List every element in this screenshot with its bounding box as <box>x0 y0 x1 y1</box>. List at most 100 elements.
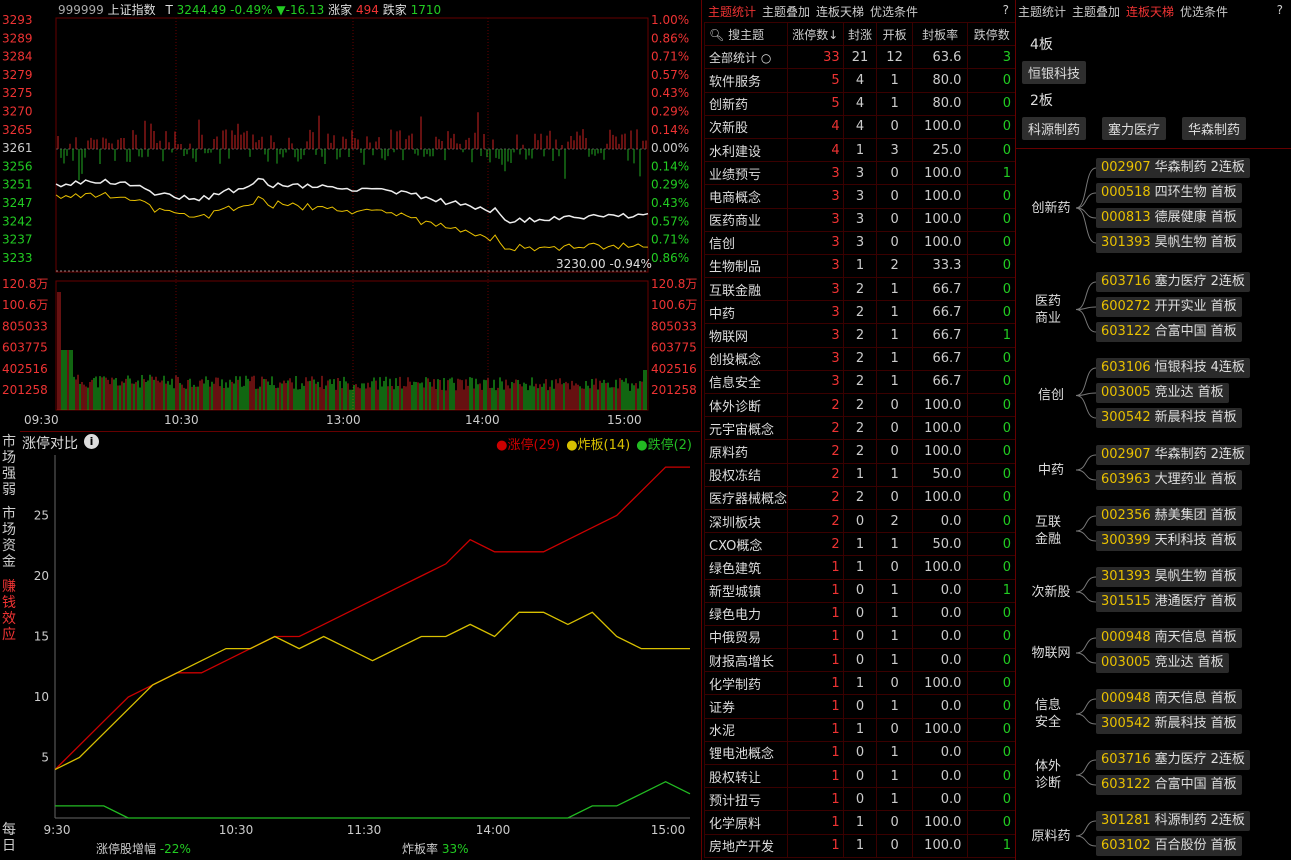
theme-name: 新型城镇 <box>703 578 789 603</box>
table-row[interactable]: 中俄贸易 1 0 1 0.0 0 <box>703 624 1016 650</box>
help-icon[interactable]: ? <box>1003 3 1009 17</box>
theme-label[interactable]: 体外 诊断 <box>1028 758 1068 792</box>
table-row[interactable]: 信息安全 3 2 1 66.7 0 <box>703 369 1016 395</box>
table-row[interactable]: 医药商业 3 3 0 100.0 0 <box>703 207 1016 232</box>
table-row[interactable]: 新型城镇 1 0 1 0.0 1 <box>703 578 1016 603</box>
theme-label[interactable]: 原料药 <box>1028 828 1074 845</box>
table-row[interactable]: 元宇宙概念 2 2 0 100.0 0 <box>703 416 1016 441</box>
table-row[interactable]: 软件服务 5 4 1 80.0 0 <box>703 68 1016 93</box>
table-row[interactable]: 水利建设 4 1 3 25.0 0 <box>703 137 1016 163</box>
table-row[interactable]: 化学原料 1 1 0 100.0 0 <box>703 810 1016 835</box>
side-tab[interactable]: 市场资金 <box>0 506 18 570</box>
dt-count: 0 <box>967 137 1016 163</box>
stock-tag[interactable]: 002907 华森制药 2连板 <box>1096 158 1250 178</box>
table-row[interactable]: 绿色电力 1 0 1 0.0 0 <box>703 601 1016 626</box>
table-row[interactable]: 中药 3 2 1 66.7 0 <box>703 300 1016 325</box>
table-row[interactable]: 生物制品 3 1 2 33.3 0 <box>703 253 1016 279</box>
stock-tag[interactable]: 600272 开开实业 首板 <box>1096 297 1242 317</box>
side-tab[interactable]: 市场强弱 <box>0 434 18 498</box>
theme-label[interactable]: 医药 商业 <box>1028 293 1068 327</box>
connector <box>1075 454 1097 471</box>
table-row[interactable]: 医疗器械概念 2 2 0 100.0 0 <box>703 485 1016 510</box>
table-row[interactable]: 股权冻结 2 1 1 50.0 0 <box>703 462 1016 487</box>
price-tick-right: 1.00% <box>651 13 689 27</box>
theme-label[interactable]: 中药 <box>1028 462 1074 479</box>
footer-right-label: 炸板率 <box>402 842 439 856</box>
theme-label[interactable]: 信创 <box>1028 387 1074 404</box>
table-row[interactable]: 物联网 3 2 1 66.7 1 <box>703 323 1016 348</box>
stock-tag[interactable]: 003005 竞业达 首板 <box>1096 383 1229 403</box>
theme-label[interactable]: 信息 安全 <box>1028 697 1068 731</box>
theme-label[interactable]: 互联 金融 <box>1028 514 1068 548</box>
stock-tag[interactable]: 603963 大理药业 首板 <box>1096 470 1242 490</box>
theme-label[interactable]: 物联网 <box>1028 645 1074 662</box>
table-row[interactable]: 股权转让 1 0 1 0.0 0 <box>703 763 1016 789</box>
stock-tag[interactable]: 603102 百合股份 首板 <box>1096 836 1242 856</box>
table-row[interactable]: 深圳板块 2 0 2 0.0 0 <box>703 508 1016 534</box>
table-row[interactable]: 房地产开发 1 1 0 100.0 1 <box>703 833 1016 858</box>
stock-tag[interactable]: 002907 华森制药 2连板 <box>1096 445 1250 465</box>
stock-tag[interactable]: 603106 恒银科技 4连板 <box>1096 358 1250 378</box>
stock-tag[interactable]: 301393 昊帆生物 首板 <box>1096 567 1242 587</box>
table-row[interactable]: 业绩预亏 3 3 0 100.0 1 <box>703 161 1016 186</box>
table-row[interactable]: 创投概念 3 2 1 66.7 0 <box>703 346 1016 371</box>
search-theme-button[interactable]: 🔍︎ 搜主题 <box>703 21 789 47</box>
tab[interactable]: 主题统计 <box>708 5 756 19</box>
stock-tag[interactable]: 003005 竞业达 首板 <box>1096 653 1229 673</box>
col-dt[interactable]: 跌停数 <box>967 21 1016 47</box>
table-row[interactable]: 锂电池概念 1 0 1 0.0 0 <box>703 740 1016 766</box>
stock-tag[interactable]: 002356 赫美集团 首板 <box>1096 506 1242 526</box>
table-row[interactable]: 创新药 5 4 1 80.0 0 <box>703 91 1016 116</box>
stock-tag[interactable]: 603122 合富中国 首板 <box>1096 322 1242 342</box>
table-row[interactable]: 财报高增长 1 0 1 0.0 0 <box>703 648 1016 673</box>
zt-count: 2 <box>787 462 844 487</box>
legend-item[interactable]: ●涨停(29) <box>496 438 560 453</box>
stock-tag[interactable]: 000948 南天信息 首板 <box>1096 689 1242 709</box>
col-zt[interactable]: 涨停数↓ <box>787 21 844 47</box>
stock-tag[interactable]: 603716 塞力医疗 2连板 <box>1096 750 1250 770</box>
side-tab-char: 强 <box>2 466 16 482</box>
table-row[interactable]: 互联金融 3 2 1 66.7 0 <box>703 277 1016 302</box>
table-row[interactable]: 体外诊断 2 2 0 100.0 0 <box>703 392 1016 418</box>
stock-tag[interactable]: 603716 塞力医疗 2连板 <box>1096 272 1250 292</box>
stock-code: 301393 <box>1101 569 1151 584</box>
table-row[interactable]: CXO概念 2 1 1 50.0 0 <box>703 532 1016 557</box>
kb-count: 0 <box>876 555 913 580</box>
stock-tag[interactable]: 000518 四环生物 首板 <box>1096 183 1242 203</box>
index-avg-line <box>55 191 649 252</box>
tab[interactable]: 主题叠加 <box>762 5 810 19</box>
table-row[interactable]: 水泥 1 1 0 100.0 0 <box>703 717 1016 742</box>
stock-tag[interactable]: 000813 德展健康 首板 <box>1096 208 1242 228</box>
col-fbl[interactable]: 封板率 <box>911 21 969 47</box>
table-row[interactable]: 信创 3 3 0 100.0 0 <box>703 230 1016 255</box>
stock-tag[interactable]: 301281 科源制药 2连板 <box>1096 811 1250 831</box>
tab[interactable]: 优选条件 <box>870 5 918 19</box>
legend-item[interactable]: ●跌停(2) <box>636 438 692 453</box>
stock-name: 竞业达 <box>1154 385 1194 400</box>
stock-tag[interactable]: 301393 昊帆生物 首板 <box>1096 233 1242 253</box>
stock-tag[interactable]: 000948 南天信息 首板 <box>1096 628 1242 648</box>
stock-tag[interactable]: 300542 新晨科技 首板 <box>1096 408 1242 428</box>
table-row[interactable]: 原料药 2 2 0 100.0 0 <box>703 439 1016 464</box>
stock-tag[interactable]: 603122 合富中国 首板 <box>1096 775 1242 795</box>
table-row[interactable]: 电商概念 3 3 0 100.0 0 <box>703 184 1016 209</box>
stock-tag[interactable]: 300399 天利科技 首板 <box>1096 531 1242 551</box>
table-row[interactable]: 预计扭亏 1 0 1 0.0 0 <box>703 787 1016 812</box>
table-row[interactable]: 绿色建筑 1 1 0 100.0 0 <box>703 555 1016 580</box>
table-row[interactable]: 次新股 4 4 0 100.0 0 <box>703 114 1016 139</box>
info-icon[interactable]: i <box>84 434 99 449</box>
stock-tag[interactable]: 301515 港通医疗 首板 <box>1096 592 1242 612</box>
tab[interactable]: 连板天梯 <box>816 5 864 19</box>
col-fz[interactable]: 封涨 <box>842 21 878 47</box>
side-tab[interactable]: 每日 <box>0 822 18 854</box>
table-row[interactable]: 证券 1 0 1 0.0 0 <box>703 694 1016 719</box>
table-row[interactable]: 化学制药 1 1 0 100.0 0 <box>703 671 1016 696</box>
theme-label[interactable]: 创新药 <box>1028 200 1074 217</box>
side-tab[interactable]: 赚钱效应 <box>0 579 18 643</box>
legend-item[interactable]: ●炸板(14) <box>566 438 630 453</box>
intraday-chart[interactable]: 3293 1.00% 3289 0.86% 3284 0.71% 3279 0.57% 3275… <box>0 0 701 860</box>
col-kb[interactable]: 开板 <box>876 21 913 47</box>
stock-tag[interactable]: 300542 新晨科技 首板 <box>1096 714 1242 734</box>
theme-label[interactable]: 次新股 <box>1028 584 1074 601</box>
table-row[interactable]: 全部统计 ○ 33 21 12 63.6 3 <box>703 45 1016 70</box>
